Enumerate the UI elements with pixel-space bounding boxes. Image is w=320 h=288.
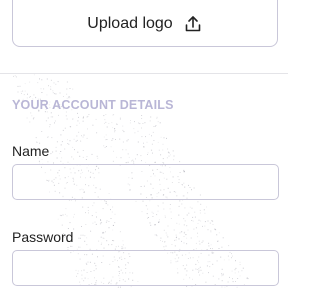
account-settings-panel: Upload logo YOUR ACCOUNT DETAILS Name Pa… bbox=[0, 0, 288, 288]
upload-logo-button[interactable]: Upload logo bbox=[12, 0, 278, 47]
name-input[interactable] bbox=[12, 164, 279, 200]
section-divider bbox=[0, 73, 288, 74]
password-label: Password bbox=[12, 229, 74, 245]
password-input[interactable] bbox=[12, 250, 279, 286]
name-label: Name bbox=[12, 143, 50, 159]
upload-icon bbox=[183, 14, 203, 34]
upload-logo-label: Upload logo bbox=[87, 14, 173, 32]
account-details-heading: YOUR ACCOUNT DETAILS bbox=[12, 98, 174, 112]
